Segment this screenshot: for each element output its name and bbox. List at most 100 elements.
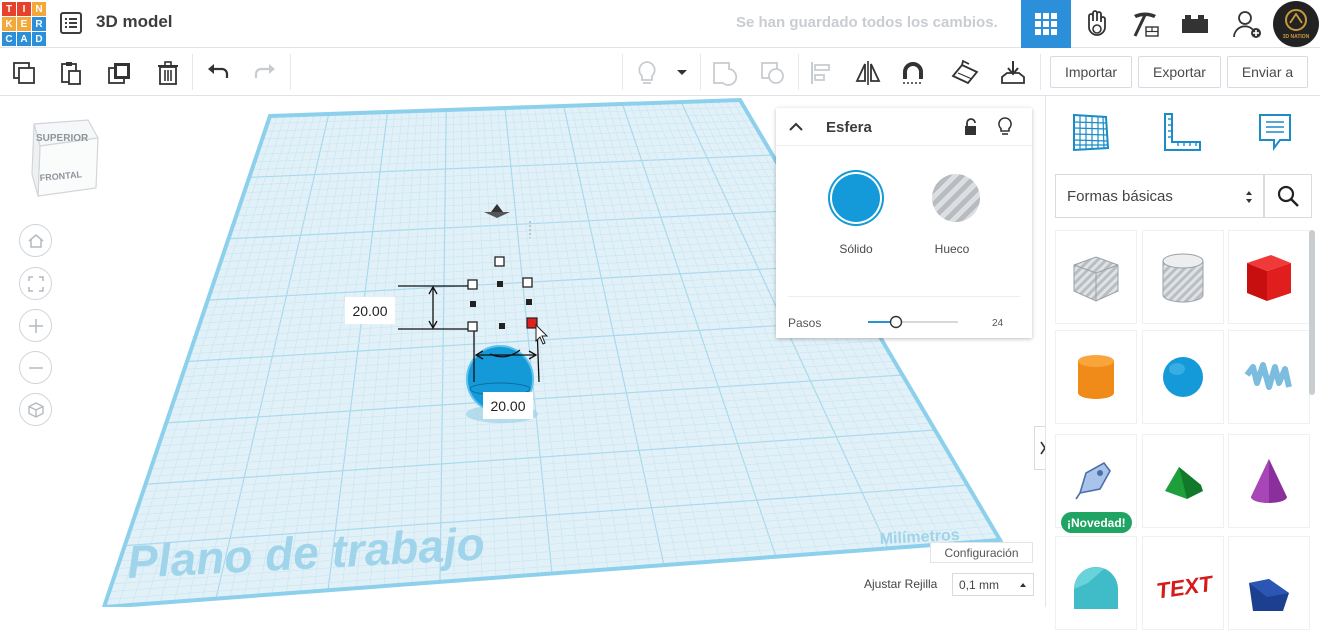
width-dimension-input[interactable]: 20.00 <box>483 392 533 419</box>
tinkercad-logo[interactable]: T I N K E R C A D <box>2 2 46 46</box>
copy-button[interactable] <box>9 58 39 88</box>
avatar-caption: 3D NATION <box>1273 34 1319 40</box>
viewcube-top-label: SUPERIOR <box>36 133 89 144</box>
shape-round-roof[interactable] <box>1055 536 1137 630</box>
solid-label: Sólido <box>816 242 896 256</box>
send-to-button[interactable]: Enviar a <box>1227 56 1308 88</box>
zoom-in-button[interactable] <box>19 309 52 342</box>
logo-letter: A <box>17 32 31 46</box>
ruler-drop-button[interactable] <box>998 58 1028 88</box>
steps-value: 24 <box>992 318 1003 329</box>
steps-slider[interactable] <box>868 314 958 330</box>
add-user-icon <box>1232 9 1262 39</box>
add-user-button[interactable] <box>1222 0 1272 48</box>
export-button[interactable]: Exportar <box>1138 56 1221 88</box>
undo-button[interactable] <box>203 58 233 88</box>
roof-icon <box>1153 451 1213 511</box>
new-badge: ¡Novedad! <box>1061 512 1132 533</box>
shape-inspector-panel: Esfera Sólido Hueco Pasos 24 <box>776 108 1032 338</box>
workplane-icon <box>950 59 980 87</box>
user-avatar[interactable]: 3D NATION <box>1273 1 1319 47</box>
lightbulb-icon <box>634 59 660 87</box>
shape-roof[interactable] <box>1142 434 1224 528</box>
grid-icon <box>1068 110 1112 154</box>
ungroup-icon <box>759 60 787 86</box>
collapse-panel-button[interactable] <box>1034 426 1045 470</box>
library-scrollbar[interactable] <box>1309 230 1315 395</box>
3d-view-button[interactable] <box>1021 0 1071 48</box>
logo-letter: D <box>32 32 46 46</box>
logo-letter: N <box>32 2 46 16</box>
minus-icon <box>27 359 45 377</box>
toolbar-divider <box>192 54 193 90</box>
top-header: T I N K E R C A D 3D model Se han guarda… <box>0 0 1320 48</box>
align-icon <box>808 60 834 86</box>
ruler-tool-button[interactable] <box>1158 108 1206 156</box>
blocks-button[interactable] <box>1072 0 1122 48</box>
shape-scribble[interactable] <box>1228 330 1310 424</box>
workplane-button[interactable] <box>950 58 980 88</box>
cube-icon <box>27 401 45 419</box>
shape-sphere[interactable] <box>1142 330 1224 424</box>
height-dimension-input[interactable]: 20.00 <box>345 297 395 324</box>
grid-config-button[interactable]: Configuración <box>930 542 1033 563</box>
snap-grid-label: Ajustar Rejilla <box>864 577 937 591</box>
perspective-button[interactable] <box>19 393 52 426</box>
redo-button[interactable] <box>250 58 280 88</box>
shape-box[interactable] <box>1228 230 1310 324</box>
logo-letter: R <box>32 17 46 31</box>
text-shape-icon: TEXT <box>1153 553 1213 613</box>
group-button[interactable] <box>710 58 740 88</box>
shape-box-hole[interactable] <box>1055 230 1137 324</box>
caret-up-icon <box>1019 582 1027 588</box>
import-button[interactable]: Importar <box>1050 56 1132 88</box>
cruise-button[interactable] <box>898 58 928 88</box>
list-menu-button[interactable] <box>58 10 84 36</box>
plus-icon <box>27 317 45 335</box>
grid-view-icon <box>1033 11 1059 37</box>
undo-icon <box>205 60 231 86</box>
view-cube[interactable]: SUPERIOR FRONTAL <box>28 114 104 198</box>
logo-letter: I <box>17 2 31 16</box>
redo-icon <box>252 60 278 86</box>
home-view-button[interactable] <box>19 224 52 257</box>
duplicate-icon <box>107 60 133 86</box>
library-search-button[interactable] <box>1264 174 1312 218</box>
solid-color-swatch[interactable] <box>832 174 880 222</box>
ungroup-button[interactable] <box>758 58 788 88</box>
logo-letter: K <box>2 17 16 31</box>
snap-grid-select[interactable]: 0,1 mm <box>952 573 1034 596</box>
3d-workspace[interactable]: Plano de trabajo Milímetros SUPERIOR FRO… <box>0 96 1045 607</box>
hole-label: Hueco <box>912 242 992 256</box>
design-title[interactable]: 3D model <box>96 12 173 32</box>
show-options-dropdown[interactable] <box>672 58 692 88</box>
hole-swatch[interactable] <box>932 174 980 222</box>
duplicate-button[interactable] <box>105 58 135 88</box>
show-all-button[interactable] <box>632 58 662 88</box>
delete-button[interactable] <box>153 58 183 88</box>
lock-icon[interactable] <box>962 117 980 137</box>
chevron-up-icon[interactable] <box>788 120 804 134</box>
bricks-button[interactable] <box>1120 0 1170 48</box>
shape-generator-icon <box>1066 451 1126 511</box>
zoom-out-button[interactable] <box>19 351 52 384</box>
shape-wedge[interactable] <box>1228 536 1310 630</box>
fit-view-button[interactable] <box>19 267 52 300</box>
copy-icon <box>11 60 37 86</box>
shape-library-select[interactable]: Formas básicas <box>1055 174 1264 218</box>
mirror-button[interactable] <box>853 58 883 88</box>
paste-button[interactable] <box>56 58 86 88</box>
shape-cone[interactable] <box>1228 434 1310 528</box>
shape-cylinder-hole[interactable] <box>1142 230 1224 324</box>
note-icon <box>1253 110 1297 154</box>
shape-cylinder[interactable] <box>1055 330 1137 424</box>
mirror-icon <box>854 60 882 86</box>
grid-tool-button[interactable] <box>1066 108 1114 156</box>
home-icon <box>27 232 45 250</box>
shape-text[interactable]: TEXT <box>1142 536 1224 630</box>
align-button[interactable] <box>806 58 836 88</box>
lightbulb-icon[interactable] <box>996 116 1014 138</box>
gesture-hand-icon <box>1083 9 1111 39</box>
lego-button[interactable] <box>1170 0 1220 48</box>
notes-tool-button[interactable] <box>1251 108 1299 156</box>
